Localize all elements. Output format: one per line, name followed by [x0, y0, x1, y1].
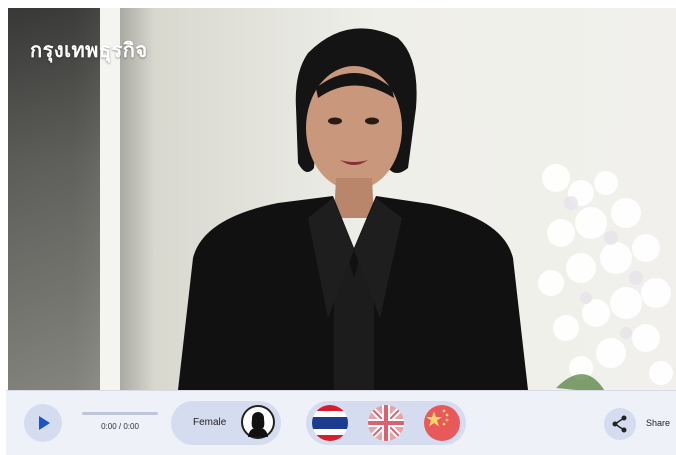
thailand-flag-icon[interactable] [312, 405, 348, 441]
play-button[interactable] [24, 404, 62, 442]
china-flag-icon[interactable] [424, 405, 460, 441]
voice-label: Female [193, 417, 227, 428]
video-frame[interactable]: กรุงเทพธุรกิจ [8, 8, 676, 390]
speaker-image [178, 28, 528, 390]
share-label[interactable]: Share [646, 418, 670, 428]
voice-selector[interactable]: Female [171, 401, 281, 445]
female-avatar-icon [241, 405, 275, 439]
publisher-watermark: กรุงเทพธุรกิจ [30, 38, 148, 62]
share-icon[interactable] [604, 408, 636, 440]
progress-bar[interactable] [82, 412, 158, 415]
article-media: กรุงเทพธุรกิจ 0:00 / 0:00 Female Share [0, 0, 676, 455]
uk-flag-icon[interactable] [368, 405, 404, 441]
audio-player-bar: 0:00 / 0:00 Female Share [6, 390, 676, 455]
language-selector [306, 401, 466, 445]
time-display: 0:00 / 0:00 [101, 422, 139, 431]
